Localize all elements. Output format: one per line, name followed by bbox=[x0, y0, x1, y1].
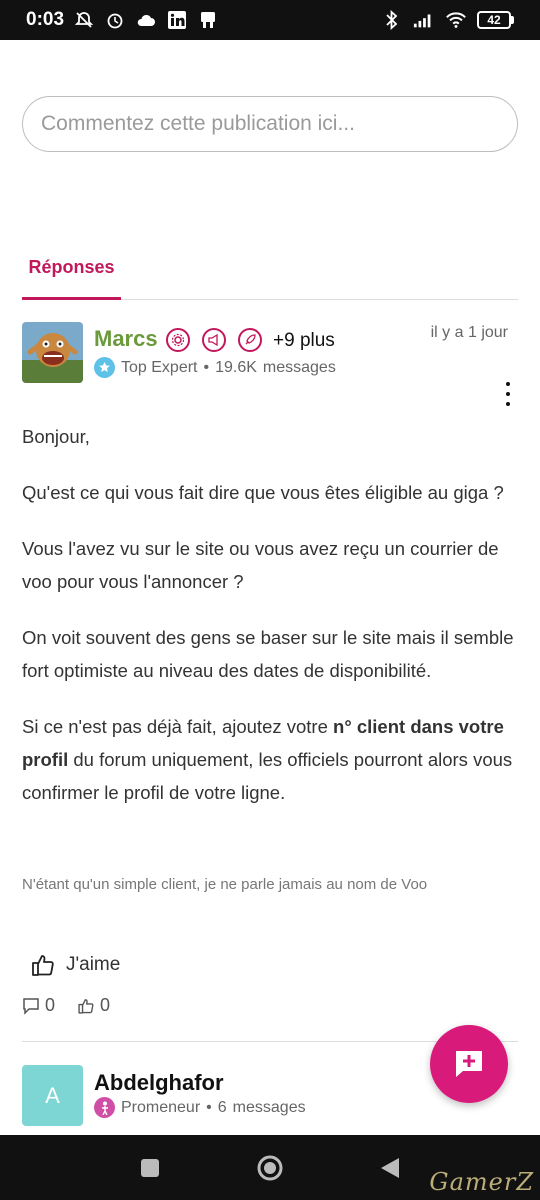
author-badges bbox=[166, 328, 262, 352]
status-left: 0:03 bbox=[26, 9, 219, 31]
thumbs-up-small-icon bbox=[78, 998, 94, 1014]
next-author-rank-row: Promeneur • 6 messages bbox=[94, 1097, 306, 1118]
likes-count: 0 bbox=[100, 995, 111, 1015]
gear-badge-icon[interactable] bbox=[166, 328, 190, 352]
comments-stat[interactable]: 0 bbox=[22, 995, 55, 1016]
new-reply-fab[interactable] bbox=[430, 1025, 508, 1103]
circle-icon bbox=[257, 1155, 283, 1180]
author-name[interactable]: Marcs bbox=[94, 326, 158, 352]
triangle-back-icon bbox=[381, 1157, 399, 1178]
post-paragraph: Bonjour, bbox=[22, 426, 90, 447]
battery-level: 42 bbox=[477, 11, 511, 29]
tab-reponses-label: Réponses bbox=[28, 257, 115, 277]
author-rank-row: Top Expert • 19.6K messages bbox=[94, 357, 336, 378]
megaphone-badge-icon[interactable] bbox=[202, 328, 226, 352]
battery-icon: 42 bbox=[477, 11, 514, 29]
author-avatar[interactable] bbox=[22, 322, 83, 383]
tab-reponses[interactable]: Réponses bbox=[22, 245, 121, 300]
next-author-messages-label: messages bbox=[232, 1098, 306, 1116]
post-stats: 0 0 bbox=[22, 995, 110, 1016]
next-rank-separator: • bbox=[206, 1098, 212, 1116]
post-more-options-icon[interactable] bbox=[500, 380, 516, 408]
rank-separator: • bbox=[203, 358, 210, 376]
thumbs-up-icon bbox=[32, 955, 54, 976]
signal-icon bbox=[413, 9, 435, 31]
active-tab-indicator bbox=[22, 297, 121, 300]
recent-apps-button[interactable] bbox=[130, 1148, 170, 1188]
post-body: Bonjour, Qu'est ce qui vous fait dire qu… bbox=[22, 420, 522, 832]
status-bar: 0:03 42 bbox=[0, 0, 540, 40]
post-paragraph: Qu'est ce qui vous fait dire que vous êt… bbox=[22, 482, 504, 503]
top-expert-icon bbox=[94, 357, 115, 378]
like-button[interactable]: J'aime bbox=[30, 952, 120, 978]
promeneur-icon bbox=[94, 1097, 115, 1118]
status-right: 42 bbox=[381, 9, 514, 31]
comments-count: 0 bbox=[45, 995, 56, 1015]
next-author-message-count: 6 bbox=[217, 1098, 227, 1116]
author-messages-label: messages bbox=[262, 358, 336, 376]
post-paragraph-final: Si ce n'est pas déjà fait, ajoutez votre… bbox=[22, 716, 513, 803]
muted-notifications-icon bbox=[73, 9, 95, 31]
next-author-rank: Promeneur bbox=[121, 1098, 201, 1116]
bluetooth-icon bbox=[381, 9, 403, 31]
app-store-icon bbox=[197, 9, 219, 31]
back-button[interactable] bbox=[370, 1148, 410, 1188]
comment-input[interactable] bbox=[22, 96, 518, 152]
watermark: GamerZ bbox=[429, 1168, 534, 1196]
next-author-avatar[interactable]: A bbox=[22, 1065, 83, 1126]
cloud-icon bbox=[135, 9, 157, 31]
comment-icon bbox=[23, 997, 39, 1015]
home-button[interactable] bbox=[250, 1148, 290, 1188]
post-paragraph: Vous l'avez vu sur le site ou vous avez … bbox=[22, 538, 499, 592]
linkedin-icon bbox=[166, 9, 188, 31]
author-message-count: 19.6K bbox=[215, 358, 257, 376]
wifi-icon bbox=[445, 9, 467, 31]
more-badges-link[interactable]: +9 plus bbox=[273, 330, 335, 352]
rocket-badge-icon[interactable] bbox=[238, 328, 262, 352]
next-author-name[interactable]: Abdelghafor bbox=[94, 1070, 224, 1096]
author-rank: Top Expert bbox=[121, 358, 198, 376]
add-comment-icon bbox=[456, 1051, 482, 1077]
post-signature: N'étant qu'un simple client, je ne parle… bbox=[22, 876, 428, 893]
square-icon bbox=[141, 1158, 159, 1177]
post-paragraph: On voit souvent des gens se baser sur le… bbox=[22, 627, 514, 681]
alarm-icon bbox=[104, 9, 126, 31]
like-label: J'aime bbox=[66, 954, 121, 975]
post-timestamp: il y a 1 jour bbox=[430, 324, 508, 341]
likes-stat[interactable]: 0 bbox=[77, 995, 110, 1016]
status-time: 0:03 bbox=[26, 9, 65, 30]
